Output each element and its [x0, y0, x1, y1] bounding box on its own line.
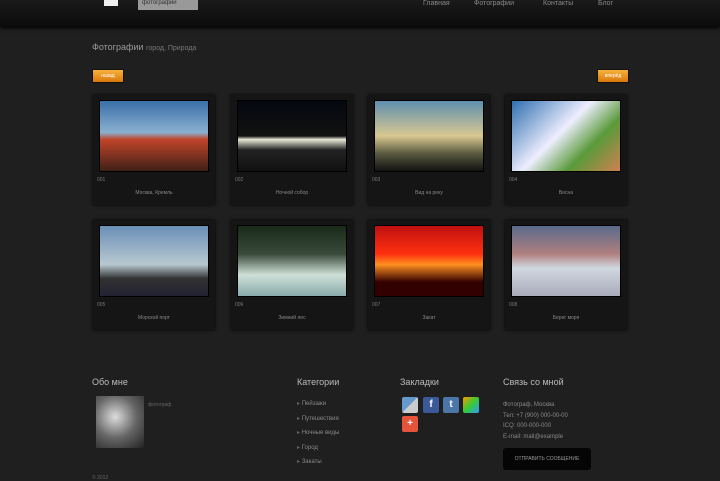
photo-number: 002: [235, 177, 244, 183]
photo-caption[interactable]: Москва, Кремль: [93, 190, 215, 196]
photo-thumbnail[interactable]: [511, 100, 621, 172]
send-message-button[interactable]: ОТПРАВИТЬ СООБЩЕНИЕ: [503, 448, 591, 470]
nav-photos[interactable]: Фотографии: [474, 0, 514, 7]
photo-card[interactable]: 004 Весна: [505, 95, 627, 205]
photo-caption[interactable]: Зимний лес: [231, 315, 353, 321]
photo-number: 003: [372, 177, 381, 183]
photo-thumbnail[interactable]: [99, 225, 209, 297]
nav-home[interactable]: Главная: [423, 0, 450, 7]
photo-number: 008: [509, 302, 518, 308]
contact-line: E-mail: mail@example: [503, 433, 564, 440]
copyright: © 2012: [92, 475, 109, 481]
contact-info: Фотограф, Москва Тел: +7 (900) 000-00-00…: [503, 400, 568, 442]
photo-number: 005: [97, 302, 106, 308]
photo-caption[interactable]: Весна: [505, 190, 627, 196]
category-link[interactable]: Пейзажи: [297, 400, 339, 415]
photo-thumbnail[interactable]: [511, 225, 621, 297]
photo-card[interactable]: 001 Москва, Кремль: [93, 95, 215, 205]
avatar: [96, 396, 144, 448]
photo-thumbnail[interactable]: [374, 225, 484, 297]
vkontakte-icon[interactable]: [402, 397, 418, 413]
photo-caption[interactable]: Морской порт: [93, 315, 215, 321]
category-link[interactable]: Ночные виды: [297, 429, 340, 444]
about-heading: Обо мне: [92, 377, 128, 387]
page-title: Фотографии город, Природа: [92, 42, 196, 52]
photo-caption[interactable]: Закат: [368, 315, 490, 321]
contact-line: Фотограф, Москва: [503, 402, 555, 408]
avatar-caption: фотограф: [148, 402, 172, 408]
title-text: Фотографии: [92, 42, 144, 52]
google-icon[interactable]: [463, 397, 479, 413]
photo-number: 006: [235, 302, 244, 308]
photo-thumbnail[interactable]: [237, 100, 347, 172]
categories-list: Пейзажи Путешествия Ночные виды Город За…: [297, 400, 340, 473]
photo-thumbnail[interactable]: [99, 100, 209, 172]
logo-icon[interactable]: [104, 0, 118, 6]
photo-thumbnail[interactable]: [237, 225, 347, 297]
bookmarks-heading: Закладки: [400, 377, 439, 387]
title-subtitle: город, Природа: [145, 45, 197, 52]
photo-caption[interactable]: Берег моря: [505, 315, 627, 321]
photo-card[interactable]: 005 Морской порт: [93, 220, 215, 330]
photo-number: 001: [97, 177, 106, 183]
photo-caption[interactable]: Вид на реку: [368, 190, 490, 196]
photo-number: 004: [509, 177, 518, 183]
plus-icon[interactable]: +: [402, 416, 418, 432]
contact-line: Тел: +7 (900) 000-00-00: [503, 412, 568, 419]
categories-heading: Категории: [297, 377, 340, 387]
photo-number: 007: [372, 302, 381, 308]
photo-caption[interactable]: Ночной собор: [231, 190, 353, 196]
next-button[interactable]: вперёд: [597, 69, 629, 83]
twitter-icon[interactable]: t: [443, 397, 459, 413]
category-link[interactable]: Город: [297, 444, 339, 459]
header: фотографии Главная Фотографии Контакты Б…: [0, 0, 720, 26]
contact-line: ICQ: 000-000-000: [503, 423, 552, 429]
photo-card[interactable]: 003 Вид на реку: [368, 95, 490, 205]
prev-button[interactable]: назад: [92, 69, 124, 83]
logo-text[interactable]: фотографии: [138, 0, 198, 10]
nav-blog[interactable]: Блог: [598, 0, 613, 7]
category-link[interactable]: Закаты: [297, 458, 339, 473]
facebook-icon[interactable]: f: [423, 397, 439, 413]
photo-card[interactable]: 002 Ночной собор: [231, 95, 353, 205]
photo-card[interactable]: 006 Зимний лес: [231, 220, 353, 330]
photo-card[interactable]: 007 Закат: [368, 220, 490, 330]
nav-contacts[interactable]: Контакты: [543, 0, 573, 7]
photo-card[interactable]: 008 Берег моря: [505, 220, 627, 330]
category-link[interactable]: Путешествия: [297, 415, 339, 430]
photo-thumbnail[interactable]: [374, 100, 484, 172]
contact-heading: Связь со мной: [503, 377, 564, 387]
